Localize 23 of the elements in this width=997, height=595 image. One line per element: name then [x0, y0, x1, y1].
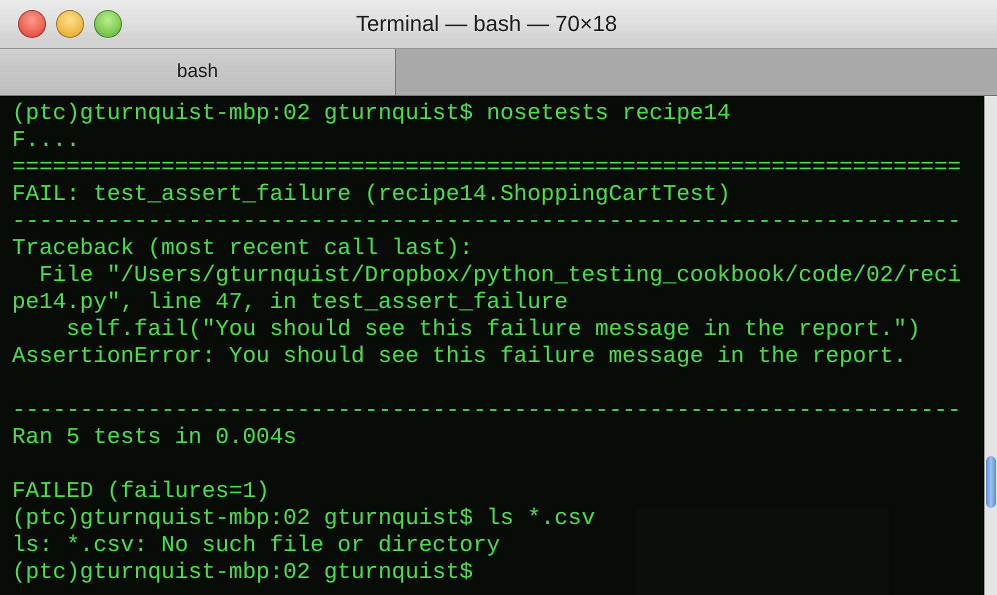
terminal-line: Traceback (most recent call last): — [12, 235, 474, 262]
scrollbar[interactable] — [984, 96, 997, 595]
terminal-line: ls: *.csv: No such file or directory — [12, 532, 502, 559]
minimize-button[interactable] — [56, 10, 84, 38]
window-title: Terminal — bash — 70×18 — [356, 11, 618, 37]
zoom-button[interactable] — [94, 10, 122, 38]
close-button[interactable] — [18, 10, 46, 38]
scrollbar-thumb[interactable] — [986, 456, 996, 508]
terminal-line: pe14.py", line 47, in test_assert_failure — [12, 289, 569, 316]
terminal-line: AssertionError: You should see this failure message in the report. — [12, 343, 908, 370]
terminal-line: (ptc)gturnquist-mbp:02 gturnquist$ nosetests recipe14 — [12, 100, 732, 127]
terminal-line: File "/Users/gturnquist/Dropbox/python_testing_cookbook/code/02/reci — [38, 262, 962, 289]
terminal-line: F.... — [12, 127, 81, 154]
tab[interactable]: bash — [0, 49, 396, 95]
terminal-line: (ptc)gturnquist-mbp:02 gturnquist$ ls *.csv — [12, 505, 596, 532]
terminal-line: ====================================================================== — [12, 154, 962, 181]
terminal-line: self.fail("You should see this failure message in the report.") — [65, 316, 922, 343]
terminal-line: FAIL: test_assert_failure (recipe14.ShoppingCartTest) — [12, 181, 732, 208]
terminal-line: FAILED (failures=1) — [12, 478, 271, 505]
terminal-line: ---------------------------------------------------------------------- — [12, 397, 962, 424]
terminal-line: (ptc)gturnquist-mbp:02 gturnquist$ — [12, 559, 474, 586]
terminal-line: ---------------------------------------------------------------------- — [12, 208, 962, 235]
terminal-line: Ran 5 tests in 0.004s — [12, 424, 298, 451]
